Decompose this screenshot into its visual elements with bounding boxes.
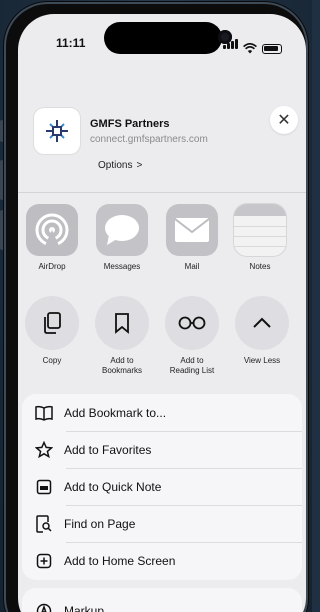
copy-icon: [25, 296, 79, 350]
book-icon: [34, 403, 54, 423]
wifi-icon: [243, 43, 257, 54]
status-time: 11:11: [56, 36, 86, 50]
site-logo: [34, 108, 80, 154]
markup-icon: [34, 601, 54, 612]
site-name: GMFS Partners: [90, 118, 170, 130]
share-mail[interactable]: Mail: [164, 204, 220, 271]
share-app-label: Mail: [184, 262, 200, 271]
star-icon: [34, 440, 54, 460]
menu-item-add-home-screen[interactable]: Add to Home Screen: [22, 542, 302, 579]
options-label: Options: [98, 160, 133, 171]
share-apps-row: AirDrop Messages Mail Notes: [18, 200, 306, 280]
menu-item-add-bookmark[interactable]: Add Bookmark to...: [22, 394, 302, 431]
menu-item-label: Add Bookmark to...: [64, 405, 167, 420]
site-url: connect.gmfspartners.com: [90, 134, 208, 145]
action-view-less[interactable]: View Less: [232, 296, 292, 366]
action-label: Add to Reading List: [169, 356, 215, 375]
menu-item-label: Markup: [64, 603, 105, 612]
screen: 11:11 GMFS Partners connect.gmfspartners…: [18, 14, 306, 612]
action-label: Add to Bookmarks: [101, 356, 142, 375]
action-menu-secondary: Markup: [22, 588, 302, 612]
action-add-reading-list[interactable]: Add to Reading List: [162, 296, 222, 376]
menu-item-label: Add to Quick Note: [64, 479, 162, 494]
mail-icon: [166, 204, 218, 256]
find-on-page-icon: [34, 514, 54, 534]
messages-icon: [96, 204, 148, 256]
actions-row: Copy Add to Bookmarks Add to Reading Lis…: [18, 296, 306, 386]
gmfs-logo-icon: [46, 120, 68, 142]
options-button[interactable]: Options >: [98, 160, 142, 171]
cellular-signal-icon: [222, 36, 238, 54]
menu-item-label: Add to Home Screen: [64, 553, 176, 568]
share-header: GMFS Partners connect.gmfspartners.com O…: [18, 94, 306, 184]
menu-item-label: Find on Page: [64, 516, 136, 531]
share-messages[interactable]: Messages: [94, 204, 150, 271]
menu-item-find-on-page[interactable]: Find on Page: [22, 505, 302, 542]
share-notes[interactable]: Notes: [232, 204, 288, 271]
quick-note-icon: [34, 477, 54, 497]
chevron-up-icon: [235, 296, 289, 350]
menu-item-quick-note[interactable]: Add to Quick Note: [22, 468, 302, 505]
close-button[interactable]: ✕: [270, 106, 298, 134]
action-label: Copy: [42, 356, 62, 365]
close-icon: ✕: [277, 112, 291, 129]
airdrop-icon: [26, 204, 78, 256]
action-copy[interactable]: Copy: [22, 296, 82, 366]
action-add-bookmarks[interactable]: Add to Bookmarks: [92, 296, 152, 376]
status-icons: [222, 36, 282, 54]
phone-frame: 11:11 GMFS Partners connect.gmfspartners…: [4, 2, 308, 612]
menu-item-add-favorites[interactable]: Add to Favorites: [22, 431, 302, 468]
share-airdrop[interactable]: AirDrop: [24, 204, 80, 271]
glasses-icon: [165, 296, 219, 350]
divider: [18, 192, 306, 193]
bookmark-icon: [95, 296, 149, 350]
menu-item-label: Add to Favorites: [64, 442, 152, 457]
plus-square-icon: [34, 551, 54, 571]
menu-item-markup[interactable]: Markup: [22, 592, 302, 612]
share-app-label: Messages: [103, 262, 141, 271]
notes-icon: [234, 204, 286, 256]
action-label: View Less: [243, 356, 281, 365]
chevron-right-icon: >: [136, 160, 143, 171]
share-app-label: Notes: [249, 262, 271, 271]
status-bar: 11:11: [18, 14, 306, 60]
action-menu: Add Bookmark to... Add to Favorites Add …: [22, 394, 302, 580]
dynamic-island: [104, 22, 232, 54]
battery-icon: [262, 44, 282, 54]
share-app-label: AirDrop: [38, 262, 66, 271]
